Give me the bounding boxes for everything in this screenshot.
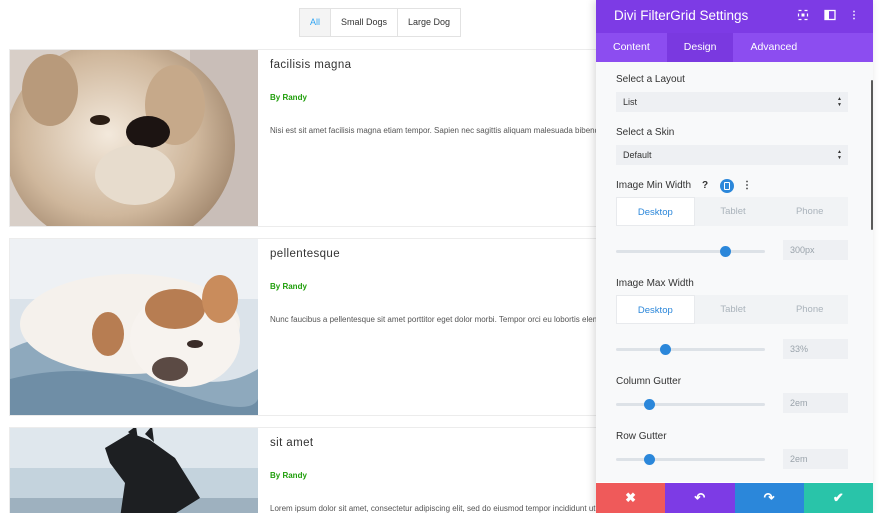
post-author[interactable]: By Randy [270, 93, 307, 102]
black-dog-photo [10, 428, 258, 513]
settings-panel: Divi FilterGrid Settings ⋮ Content Desig… [596, 0, 873, 513]
max-width-slider[interactable] [616, 344, 765, 355]
slider-knob[interactable] [660, 344, 672, 355]
redo-button[interactable]: ↷ [734, 483, 804, 513]
column-gutter-label: Column Gutter [616, 376, 682, 387]
post-item: facilisis magna By Randy Nisi est sit am… [9, 49, 691, 227]
min-width-label: Image Min Width [616, 180, 692, 191]
post-image-bulldog[interactable] [10, 239, 258, 415]
skin-label: Select a Skin [616, 127, 675, 138]
device-tab-tablet[interactable]: Tablet [695, 197, 772, 226]
post-item: pellentesque By Randy Nunc faucibus a pe… [9, 238, 662, 416]
filter-all-button[interactable]: All [300, 9, 332, 36]
filter-bar: All Small Dogs Large Dog [299, 8, 462, 37]
save-button[interactable]: ✔ [803, 483, 873, 513]
cancel-button[interactable]: ✖ [596, 483, 666, 513]
min-width-device-tabs: Desktop Tablet Phone [616, 197, 848, 226]
split-view-icon[interactable] [823, 9, 837, 23]
row-gutter-slider[interactable] [616, 454, 765, 465]
panel-footer: ✖ ↶ ↷ ✔ [596, 483, 873, 513]
undo-button[interactable]: ↶ [665, 483, 735, 513]
layout-label: Select a Layout [616, 74, 685, 85]
post-author[interactable]: By Randy [270, 471, 307, 480]
bulldog-photo [10, 239, 258, 415]
layout-select-value: List [623, 97, 638, 107]
device-tab-desktop[interactable]: Desktop [616, 295, 695, 324]
panel-title: Divi FilterGrid Settings [614, 8, 749, 23]
more-options-icon[interactable]: ⋮ [742, 180, 752, 191]
slider-knob[interactable] [643, 399, 655, 410]
responsive-phone-icon[interactable] [720, 179, 734, 193]
tab-design[interactable]: Design [666, 33, 734, 62]
skin-select-value: Default [623, 150, 652, 160]
min-width-value[interactable]: 300px [783, 240, 848, 260]
panel-body: Select a Layout List ▲ ▼ Select a Skin De… [596, 62, 873, 482]
post-title[interactable]: sit amet [270, 437, 313, 449]
layout-select[interactable]: List ▲ ▼ [616, 92, 848, 112]
max-width-device-tabs: Desktop Tablet Phone [616, 295, 848, 324]
panel-tabs: Content Design Advanced [596, 33, 873, 62]
column-gutter-slider[interactable] [616, 399, 765, 410]
row-gutter-label: Row Gutter [616, 431, 667, 442]
post-title[interactable]: facilisis magna [270, 59, 351, 71]
filter-large-dog-button[interactable]: Large Dog [398, 9, 461, 36]
post-item: sit amet By Randy Lorem ipsum dolor sit … [9, 427, 680, 513]
panel-scrollbar[interactable] [871, 80, 873, 230]
row-gutter-value[interactable]: 2em [783, 449, 848, 469]
device-tab-phone[interactable]: Phone [771, 197, 848, 226]
device-tab-tablet[interactable]: Tablet [695, 295, 772, 324]
max-width-value[interactable]: 33% [783, 339, 848, 359]
slider-knob[interactable] [719, 246, 731, 257]
min-width-slider[interactable] [616, 246, 765, 257]
post-image-terrier[interactable] [10, 50, 258, 226]
post-title[interactable]: pellentesque [270, 248, 340, 260]
slider-knob[interactable] [643, 454, 655, 465]
tab-content[interactable]: Content [596, 33, 667, 62]
post-image-black-dog[interactable] [10, 428, 258, 513]
filter-small-dogs-button[interactable]: Small Dogs [331, 9, 399, 36]
column-gutter-value[interactable]: 2em [783, 393, 848, 413]
expand-icon[interactable] [796, 9, 810, 23]
tab-advanced[interactable]: Advanced [733, 33, 814, 62]
more-options-icon[interactable]: ⋮ [847, 9, 861, 23]
post-author[interactable]: By Randy [270, 282, 307, 291]
panel-header: Divi FilterGrid Settings ⋮ [596, 0, 873, 33]
skin-select[interactable]: Default ▲ ▼ [616, 145, 848, 165]
select-arrows-icon: ▲ ▼ [837, 149, 842, 161]
help-icon[interactable]: ? [702, 180, 708, 191]
terrier-photo [10, 50, 258, 226]
device-tab-desktop[interactable]: Desktop [616, 197, 695, 226]
select-arrows-icon: ▲ ▼ [837, 96, 842, 108]
max-width-label: Image Max Width [616, 278, 694, 289]
device-tab-phone[interactable]: Phone [771, 295, 848, 324]
